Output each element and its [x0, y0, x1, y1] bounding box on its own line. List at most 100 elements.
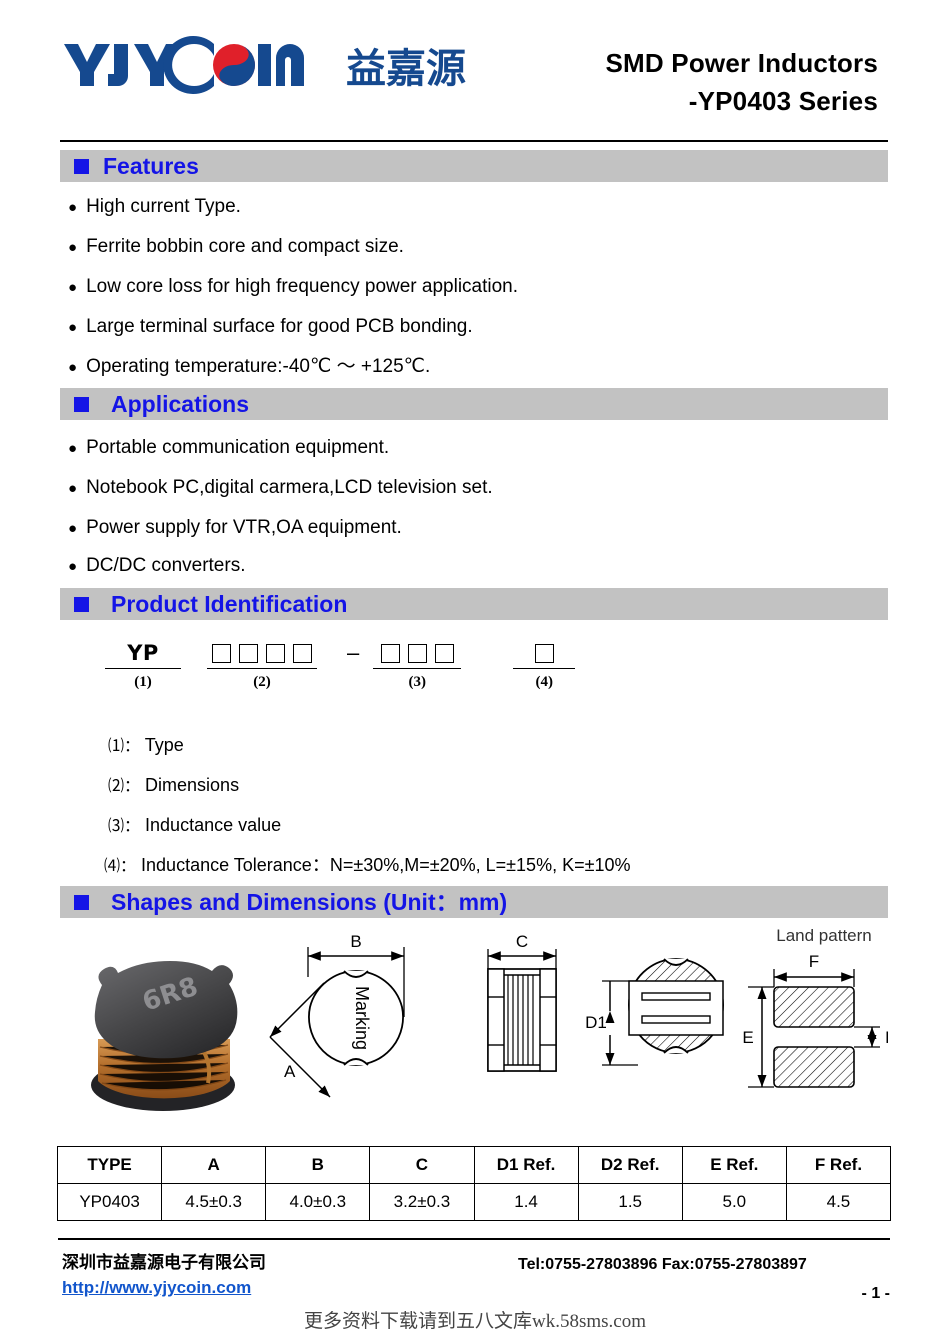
bottom-view-drawing: D1 [585, 958, 724, 1066]
page-header: 益嘉源 SMD Power Inductors -YP0403 Series [0, 0, 950, 132]
product-identification-title: Product Identification [111, 590, 348, 617]
table-header-row: TYPE A B C D1 Ref. D2 Ref. E Ref. F Ref. [56, 1146, 892, 1184]
pn-group-1: YP (1) [105, 640, 181, 691]
square-bullet-icon [74, 894, 89, 910]
feature-text: Large terminal surface for good PCB bond… [86, 316, 473, 337]
pn-index-2: (2) [253, 674, 271, 690]
application-item: ● Power supply for VTR,OA equipment. [68, 517, 402, 539]
pn-underline [373, 668, 462, 669]
label-land-pattern: Land pattern [776, 926, 871, 945]
feature-text: Low core loss for high frequency power a… [86, 276, 519, 297]
application-text: Notebook PC,digital carmera,LCD televisi… [86, 477, 493, 498]
feature-item: ● Operating temperature:-40℃ ～ +125℃. [68, 356, 430, 378]
feature-item: ● Large terminal surface for good PCB bo… [68, 316, 473, 338]
pn-legend-text: Dimensions [145, 775, 240, 795]
pn-group-3: (3) [373, 640, 462, 691]
label-C: C [516, 932, 528, 951]
col-header-c: C [369, 1146, 475, 1184]
pn-box [380, 643, 400, 663]
disc-bullet-icon: ● [68, 480, 78, 497]
header-divider [60, 140, 888, 142]
footer-company-name: 深圳市益嘉源电子有限公司 [62, 1253, 266, 1272]
section-header-applications: Applications [60, 388, 888, 420]
pn-index-1: (1) [134, 674, 152, 690]
square-bullet-icon [74, 596, 89, 612]
footer-divider [58, 1238, 890, 1240]
pn-legend-item-2: ⑵： Dimensions [108, 775, 239, 797]
pn-box [266, 643, 285, 663]
pn-box [534, 643, 554, 663]
pn-box [434, 643, 454, 663]
drawings-svg: 6R8 B Marking A C D1 Land pattern F E [91, 926, 888, 1111]
footer-company-block: 深圳市益嘉源电子有限公司 http://www.yjycoin.com [62, 1250, 266, 1300]
col-header-a: A [161, 1146, 267, 1184]
feature-text: High current Type. [86, 196, 241, 217]
square-bullet-icon [74, 396, 89, 412]
col-header-e: E Ref. [681, 1146, 787, 1184]
section-header-shapes-dimensions: Shapes and Dimensions (Unit：mm) [60, 886, 888, 918]
part-number-diagram: YP (1) (2) – (3) (4) [105, 640, 601, 691]
square-bullet-icon [74, 158, 89, 174]
pn-box [407, 643, 427, 663]
cell-b: 4.0±0.3 [265, 1183, 371, 1221]
pn-box [212, 643, 231, 663]
cell-type: YP0403 [56, 1183, 163, 1221]
pn-index-3: (3) [408, 674, 427, 690]
footer-website-link[interactable]: http://www.yjycoin.com [62, 1275, 251, 1300]
disc-bullet-icon: ● [68, 520, 78, 537]
pn-legend-num: ⑶： [108, 818, 141, 835]
applications-title: Applications [111, 390, 250, 417]
application-item: ● Portable communication equipment. [68, 437, 389, 459]
cell-d2: 1.5 [577, 1183, 683, 1221]
col-header-f: F Ref. [785, 1146, 892, 1184]
pn-underline [105, 668, 181, 669]
logo-mark [64, 36, 304, 94]
section-header-features: Features [60, 150, 888, 182]
footer-tel-fax: Tel:0755-27803896 Fax:0755-27803897 [518, 1256, 807, 1273]
cell-e: 5.0 [681, 1183, 787, 1221]
dimension-table: TYPE A B C D1 Ref. D2 Ref. E Ref. F Ref.… [56, 1146, 892, 1221]
pn-legend-text: Inductance Tolerance：N=±30%,M=±20%, L=±1… [141, 855, 631, 875]
pn-legend-num: ⑵： [108, 778, 141, 795]
section-header-product-identification: Product Identification [60, 588, 888, 620]
label-marking: Marking [352, 986, 372, 1050]
col-header-type: TYPE [56, 1146, 163, 1184]
dimension-drawings: 6R8 B Marking A C D1 Land pattern F E [60, 925, 888, 1130]
title-line-2: -YP0403 Series [688, 86, 878, 116]
disc-bullet-icon: ● [68, 239, 78, 256]
pn-type-code: YP [127, 641, 159, 665]
label-F: F [809, 952, 819, 971]
label-A: A [284, 1062, 296, 1081]
cell-f: 4.5 [785, 1183, 892, 1221]
feature-text: Ferrite bobbin core and compact size. [86, 236, 404, 257]
label-D1: D1 [585, 1013, 607, 1032]
side-view-drawing: C [487, 932, 557, 1072]
pn-group-4: (4) [513, 640, 576, 691]
cell-d1: 1.4 [473, 1183, 579, 1221]
pn-index-4: (4) [535, 674, 554, 690]
pn-legend-num: ⑴： [108, 738, 141, 755]
col-header-d2: D2 Ref. [577, 1146, 683, 1184]
application-item: ● Notebook PC,digital carmera,LCD televi… [68, 477, 493, 499]
disc-bullet-icon: ● [68, 558, 78, 575]
label-E: E [742, 1028, 753, 1047]
pn-underline [513, 668, 576, 669]
pn-legend-text: Type [144, 735, 184, 755]
disc-bullet-icon: ● [68, 359, 78, 376]
company-logo: 益嘉源 [62, 36, 466, 94]
watermark-text: 更多资料下载请到五八文库wk.58sms.com [303, 1311, 646, 1332]
feature-text: Operating temperature:-40℃ ～ +125℃. [86, 356, 431, 377]
pn-separator-dash: – [347, 640, 360, 665]
table-row: YP0403 4.5±0.3 4.0±0.3 3.2±0.3 1.4 1.5 5… [56, 1183, 892, 1221]
application-text: DC/DC converters. [86, 555, 246, 576]
pn-group-2: (2) [207, 640, 317, 691]
pn-box [239, 643, 258, 663]
logo-chinese-name: 益嘉源 [346, 46, 466, 92]
shapes-dimensions-title: Shapes and Dimensions (Unit：mm) [111, 888, 508, 915]
col-header-b: B [265, 1146, 371, 1184]
cell-a: 4.5±0.3 [161, 1183, 267, 1221]
land-pattern-drawing: Land pattern F E D2 [742, 926, 888, 1088]
feature-item: ● High current Type. [68, 196, 241, 218]
feature-item: ● Low core loss for high frequency power… [68, 276, 518, 298]
footer-contact-block: Tel:0755-27803896 Fax:0755-27803897 - 1 … [518, 1252, 890, 1306]
